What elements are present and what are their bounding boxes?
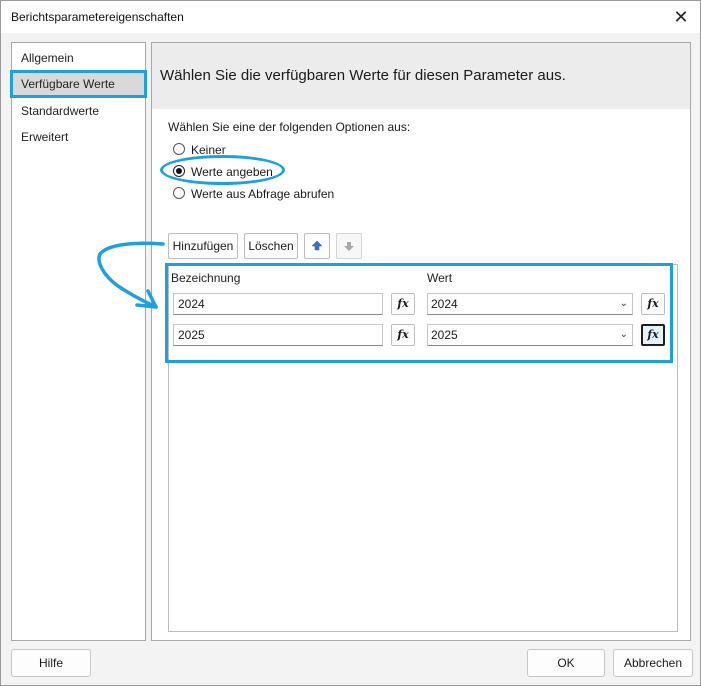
fx-button-value-row-2[interactable]: fx: [641, 324, 665, 346]
close-icon[interactable]: ✕: [668, 5, 694, 29]
label-field-row-1[interactable]: 2024: [173, 293, 383, 315]
fx-button-label-row-2[interactable]: fx: [391, 324, 415, 346]
radio-button-checked-icon[interactable]: [173, 165, 185, 177]
add-button[interactable]: Hinzufügen: [168, 233, 238, 259]
value-combo-row-2[interactable]: 2025 ⌄: [427, 324, 633, 346]
arrow-up-icon: [311, 240, 323, 251]
sidebar: Allgemein Verfügbare Werte Standardwerte…: [10, 42, 147, 641]
chevron-down-icon: ⌄: [619, 298, 628, 309]
value-combo-row-1[interactable]: 2024 ⌄: [427, 293, 633, 315]
radio-button-icon[interactable]: [173, 187, 185, 199]
main-panel: Wählen Sie die verfügbaren Werte für die…: [151, 42, 691, 641]
fx-button-value-row-1[interactable]: fx: [641, 293, 665, 315]
radio-label: Werte aus Abfrage abrufen: [191, 187, 335, 201]
fx-button-label-row-1[interactable]: fx: [391, 293, 415, 315]
window-title: Berichtsparametereigenschaften: [11, 10, 184, 24]
options-prompt: Wählen Sie eine der folgenden Optionen a…: [168, 120, 411, 134]
title-bar: Berichtsparametereigenschaften ✕: [1, 1, 700, 33]
help-button[interactable]: Hilfe: [11, 649, 91, 677]
value-text: 2025: [431, 328, 458, 342]
page-header: Wählen Sie die verfügbaren Werte für die…: [152, 43, 690, 109]
delete-button[interactable]: Löschen: [244, 233, 298, 259]
radio-button-icon[interactable]: [173, 143, 185, 155]
sidebar-item-standardwerte[interactable]: Standardwerte: [12, 99, 145, 123]
ok-button[interactable]: OK: [527, 649, 605, 677]
arrow-down-icon: [344, 242, 354, 251]
move-up-button[interactable]: [304, 233, 330, 259]
column-header-bezeichnung: Bezeichnung: [171, 271, 241, 285]
chevron-down-icon: ⌄: [619, 329, 628, 340]
dialog-window: Berichtsparametereigenschaften ✕ Allgeme…: [0, 0, 701, 686]
sidebar-item-allgemein[interactable]: Allgemein: [12, 46, 145, 70]
label-field-row-2[interactable]: 2025: [173, 324, 383, 346]
values-grid: [168, 264, 678, 632]
radio-label: Werte angeben: [191, 165, 273, 179]
cancel-button[interactable]: Abbrechen: [613, 649, 693, 677]
value-text: 2024: [431, 297, 458, 311]
radio-label: Keiner: [191, 143, 226, 157]
page-title: Wählen Sie die verfügbaren Werte für die…: [160, 67, 566, 84]
move-down-button[interactable]: [336, 233, 362, 259]
column-header-wert: Wert: [427, 271, 453, 285]
sidebar-item-erweitert[interactable]: Erweitert: [12, 125, 145, 149]
sidebar-item-verfuegbare-werte[interactable]: Verfügbare Werte: [10, 70, 147, 98]
